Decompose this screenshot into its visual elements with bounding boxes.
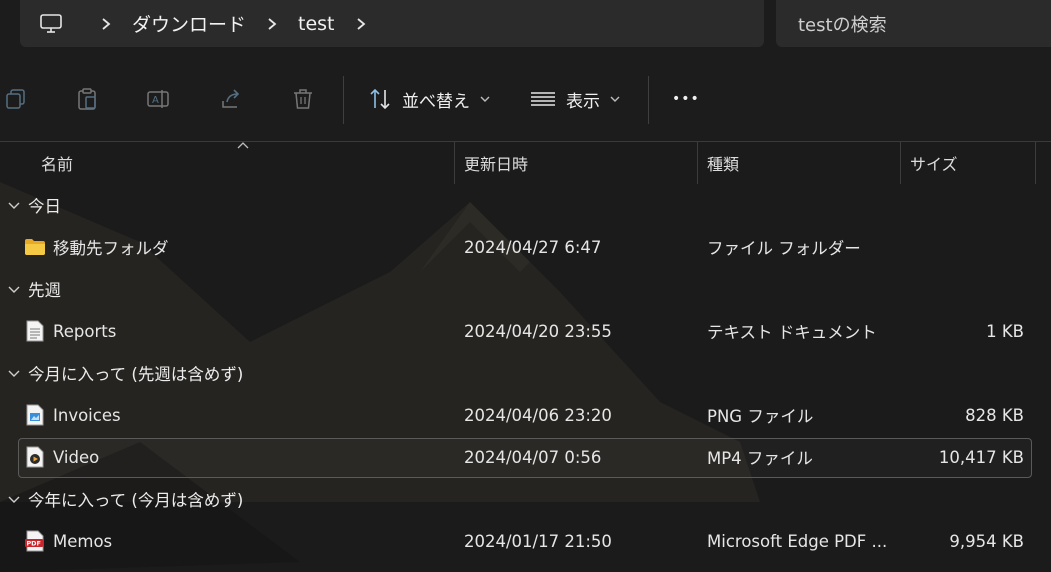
file-row[interactable]: Reports 2024/04/20 23:55 テキスト ドキュメント 1 K… [0, 310, 1051, 352]
column-header-label: サイズ [910, 155, 958, 174]
file-size [900, 226, 1024, 268]
group-label: 今月に入って (先週は含めず) [28, 365, 244, 384]
file-type: MP4 ファイル [707, 449, 813, 468]
file-modified: 2024/04/20 23:55 [464, 321, 612, 341]
file-row[interactable]: PDF Memos 2024/01/17 21:50 Microsoft Edg… [0, 520, 1051, 562]
video-file-icon [24, 436, 46, 478]
file-name: Video [53, 447, 100, 467]
chevron-down-icon [8, 202, 20, 209]
toolbar-divider [343, 76, 344, 124]
column-resize-handle[interactable] [697, 142, 698, 184]
column-resize-handle[interactable] [1035, 142, 1036, 184]
share-icon[interactable] [219, 87, 243, 111]
group-label: 今年に入って (今月は含めず) [28, 491, 244, 510]
chevron-down-icon [610, 96, 620, 102]
file-size: 1 KB [986, 321, 1024, 341]
file-size: 828 KB [965, 405, 1024, 425]
group-header-this-month[interactable]: 今月に入って (先週は含めず) [0, 352, 1051, 394]
column-headers: 名前 更新日時 種類 サイズ [0, 142, 1051, 184]
file-explorer-window: ダウンロード test testの検索 A 並べ替え 表示 ••• 名前 更新日… [0, 0, 1051, 572]
paste-icon[interactable] [75, 87, 99, 111]
chevron-down-icon [8, 286, 20, 293]
file-type: Microsoft Edge PDF ... [707, 531, 888, 551]
view-label: 表示 [566, 91, 600, 112]
file-type: テキスト ドキュメント [707, 323, 877, 342]
pdf-file-icon: PDF [24, 520, 46, 562]
breadcrumb-separator[interactable] [337, 17, 385, 31]
column-header-name[interactable]: 名前 [41, 142, 73, 184]
chevron-down-icon [8, 370, 20, 377]
column-header-label: 更新日時 [464, 155, 529, 174]
file-size: 10,417 KB [938, 447, 1024, 467]
breadcrumb-downloads[interactable]: ダウンロード [130, 0, 248, 47]
column-header-size[interactable]: サイズ [910, 142, 958, 184]
this-pc-button[interactable] [20, 0, 82, 47]
toolbar-divider [648, 76, 649, 124]
breadcrumb-separator[interactable] [82, 17, 130, 31]
breadcrumb-label: ダウンロード [132, 14, 247, 36]
copy-icon[interactable] [4, 87, 28, 111]
chevron-down-icon [8, 496, 20, 503]
png-image-icon [24, 394, 46, 436]
file-type: ファイル フォルダー [707, 239, 861, 258]
file-name: Reports [53, 321, 117, 341]
file-modified: 2024/04/07 0:56 [464, 447, 602, 467]
file-row[interactable]: Invoices 2024/04/06 23:20 PNG ファイル 828 K… [0, 394, 1051, 436]
chevron-right-icon [268, 17, 277, 30]
monitor-icon [40, 13, 62, 33]
sort-button[interactable]: 並べ替え [368, 82, 490, 116]
column-header-type[interactable]: 種類 [707, 142, 739, 184]
chevron-right-icon [102, 17, 111, 30]
breadcrumb-separator[interactable] [248, 17, 296, 31]
folder-icon [24, 226, 46, 268]
column-resize-handle[interactable] [454, 142, 455, 184]
text-document-icon [24, 310, 46, 352]
file-name: Invoices [53, 405, 121, 425]
file-name: 移動先フォルダ [53, 239, 169, 258]
search-input[interactable]: testの検索 [776, 0, 1051, 47]
column-header-label: 種類 [707, 155, 740, 174]
file-modified: 2024/04/27 6:47 [464, 237, 602, 257]
rename-icon[interactable]: A [146, 87, 170, 111]
file-size: 9,954 KB [949, 531, 1024, 551]
svg-text:PDF: PDF [27, 540, 41, 548]
sort-arrows-icon [370, 88, 390, 110]
more-dots-icon: ••• [672, 91, 700, 107]
file-row[interactable]: 移動先フォルダ 2024/04/27 6:47 ファイル フォルダー [0, 226, 1051, 268]
file-modified: 2024/04/06 23:20 [464, 405, 612, 425]
svg-text:A: A [152, 95, 159, 106]
search-placeholder: testの検索 [798, 14, 887, 36]
chevron-down-icon [480, 96, 490, 102]
file-row-selected[interactable]: Video 2024/04/07 0:56 MP4 ファイル 10,417 KB [0, 436, 1051, 478]
column-header-modified[interactable]: 更新日時 [464, 142, 528, 184]
file-name: Memos [53, 531, 113, 551]
column-header-label: 名前 [41, 155, 74, 174]
command-bar: A 並べ替え 表示 ••• [0, 56, 1051, 142]
sort-ascending-icon [237, 142, 249, 149]
breadcrumb-label: test [298, 12, 335, 35]
sort-label: 並べ替え [402, 91, 470, 112]
group-header-this-year[interactable]: 今年に入って (今月は含めず) [0, 478, 1051, 520]
more-options-button[interactable]: ••• [672, 82, 700, 116]
group-header-today[interactable]: 今日 [0, 184, 1051, 226]
group-header-last-week[interactable]: 先週 [0, 268, 1051, 310]
address-bar: ダウンロード test testの検索 [0, 0, 1051, 56]
trash-icon[interactable] [291, 87, 315, 111]
breadcrumb[interactable]: ダウンロード test [20, 0, 764, 47]
file-modified: 2024/01/17 21:50 [464, 531, 612, 551]
view-button[interactable]: 表示 [530, 82, 620, 116]
breadcrumb-test[interactable]: test [296, 0, 337, 47]
group-label: 今日 [28, 197, 61, 216]
column-resize-handle[interactable] [900, 142, 901, 184]
file-type: PNG ファイル [707, 407, 814, 426]
group-label: 先週 [28, 281, 61, 300]
list-view-icon [531, 92, 555, 106]
file-list: 今日 移動先フォルダ 2024/04/27 6:47 ファイル フォルダー 先週 [0, 184, 1051, 562]
chevron-right-icon [356, 17, 365, 30]
